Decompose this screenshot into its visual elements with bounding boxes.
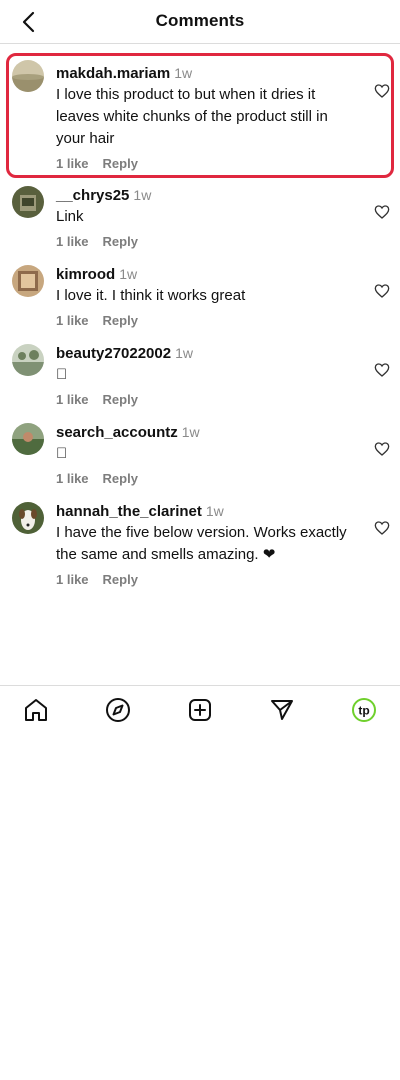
comment-body: kimrood 1w I love it. I think it works gr…	[56, 264, 356, 328]
comment-username[interactable]: beauty27022002	[56, 345, 171, 362]
avatar[interactable]	[12, 502, 44, 534]
avatar-image	[12, 344, 44, 376]
comment-item: makdah.mariam 1w I love this product to b…	[0, 53, 400, 178]
comment-body: search_accountz 1w   1 like Reply	[56, 422, 356, 486]
avatar-image	[12, 502, 44, 534]
nav-create-button[interactable]	[186, 696, 214, 724]
reply-button[interactable]: Reply	[103, 471, 138, 486]
avatar[interactable]	[12, 60, 44, 92]
heart-icon[interactable]	[374, 204, 390, 220]
comment-item: hannah_the_clarinet 1w I have the five be…	[0, 496, 400, 591]
reply-button[interactable]: Reply	[103, 392, 138, 407]
comment-item: beauty27022002 1w   1 like Reply	[0, 338, 400, 408]
nav-profile-button[interactable]: tp	[350, 696, 378, 724]
heart-icon[interactable]	[374, 362, 390, 378]
avatar-image	[12, 423, 44, 455]
comment-text: Link	[56, 208, 84, 225]
bottom-nav: tp	[0, 685, 400, 731]
avatar-image	[12, 60, 44, 92]
heart-icon[interactable]	[374, 441, 390, 457]
avatar[interactable]	[12, 344, 44, 376]
reply-button[interactable]: Reply	[103, 234, 138, 249]
comment-text:  	[56, 445, 68, 462]
explore-icon	[106, 698, 130, 722]
comment-username[interactable]: search_accountz	[56, 424, 178, 441]
comment-time: 1w	[119, 266, 138, 282]
like-count[interactable]: 1 like	[56, 156, 89, 171]
comment-username[interactable]: makdah.mariam	[56, 65, 170, 82]
avatar-image	[12, 186, 44, 218]
header-bar: Comments	[0, 0, 400, 44]
profile-icon: tp	[352, 698, 376, 722]
comment-username[interactable]: hannah_the_clarinet	[56, 503, 202, 520]
comment-item: kimrood 1w I love it. I think it works gr…	[0, 259, 400, 329]
page-title: Comments	[155, 11, 245, 30]
avatar[interactable]	[12, 265, 44, 297]
comment-username[interactable]: __chrys25	[56, 187, 129, 204]
comment-time: 1w	[174, 65, 193, 81]
like-count[interactable]: 1 like	[56, 234, 89, 249]
comment-text: I love this product to but when it dries…	[56, 86, 328, 147]
home-icon	[25, 699, 47, 721]
reply-button[interactable]: Reply	[103, 572, 138, 587]
reply-button[interactable]: Reply	[103, 156, 138, 171]
heart-icon[interactable]	[374, 283, 390, 299]
comment-text: I love it. I think it works great	[56, 287, 246, 304]
send-icon	[271, 700, 293, 720]
avatar[interactable]	[12, 423, 44, 455]
comment-body: hannah_the_clarinet 1w I have the five be…	[56, 501, 356, 587]
heart-icon[interactable]	[374, 83, 390, 99]
profile-label: tp	[358, 704, 369, 718]
comment-body: __chrys25 1w Link 1 like Reply	[56, 185, 356, 249]
like-count[interactable]: 1 like	[56, 471, 89, 486]
comment-text: I have the five below version. Works exa…	[56, 524, 347, 563]
avatar-image	[12, 265, 44, 297]
avatar[interactable]	[12, 186, 44, 218]
nav-explore-button[interactable]	[104, 696, 132, 724]
like-count[interactable]: 1 like	[56, 392, 89, 407]
nav-home-button[interactable]	[22, 696, 50, 724]
comment-item: __chrys25 1w Link 1 like Reply	[0, 180, 400, 250]
comment-time: 1w	[175, 345, 193, 361]
comment-time: 1w	[181, 424, 200, 440]
comment-body: makdah.mariam 1w I love this product to b…	[56, 63, 356, 171]
comment-text:  	[56, 366, 68, 383]
nav-send-button[interactable]	[268, 696, 296, 724]
create-icon	[189, 699, 211, 721]
reply-button[interactable]: Reply	[103, 313, 138, 328]
like-count[interactable]: 1 like	[56, 313, 89, 328]
comment-item: search_accountz 1w   1 like Reply	[0, 417, 400, 487]
comment-body: beauty27022002 1w   1 like Reply	[56, 343, 356, 407]
heart-icon[interactable]	[374, 520, 390, 536]
comment-time: 1w	[133, 187, 152, 203]
like-count[interactable]: 1 like	[56, 572, 89, 587]
comment-time: 1w	[205, 503, 224, 519]
comment-username[interactable]: kimrood	[56, 266, 115, 283]
